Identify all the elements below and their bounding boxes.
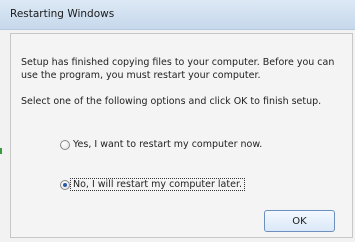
restart-later-label[interactable]: No, I will restart my computer later. [70,178,245,191]
setup-message-line-2: use the program, you must restart your c… [21,70,261,81]
setup-message-line-1: Setup has finished copying files to your… [21,57,335,68]
side-accent [0,148,2,154]
window-title: Restarting Windows [10,8,115,20]
ok-button[interactable]: OK [264,210,335,232]
restart-later-radio[interactable] [60,180,70,190]
title-bar: Restarting Windows [0,0,355,30]
restart-now-label[interactable]: Yes, I want to restart my computer now. [73,139,262,150]
restart-now-radio[interactable] [60,140,70,150]
restart-dialog: Restarting Windows Setup has finished co… [0,0,355,242]
instruction-text: Select one of the following options and … [21,96,322,107]
